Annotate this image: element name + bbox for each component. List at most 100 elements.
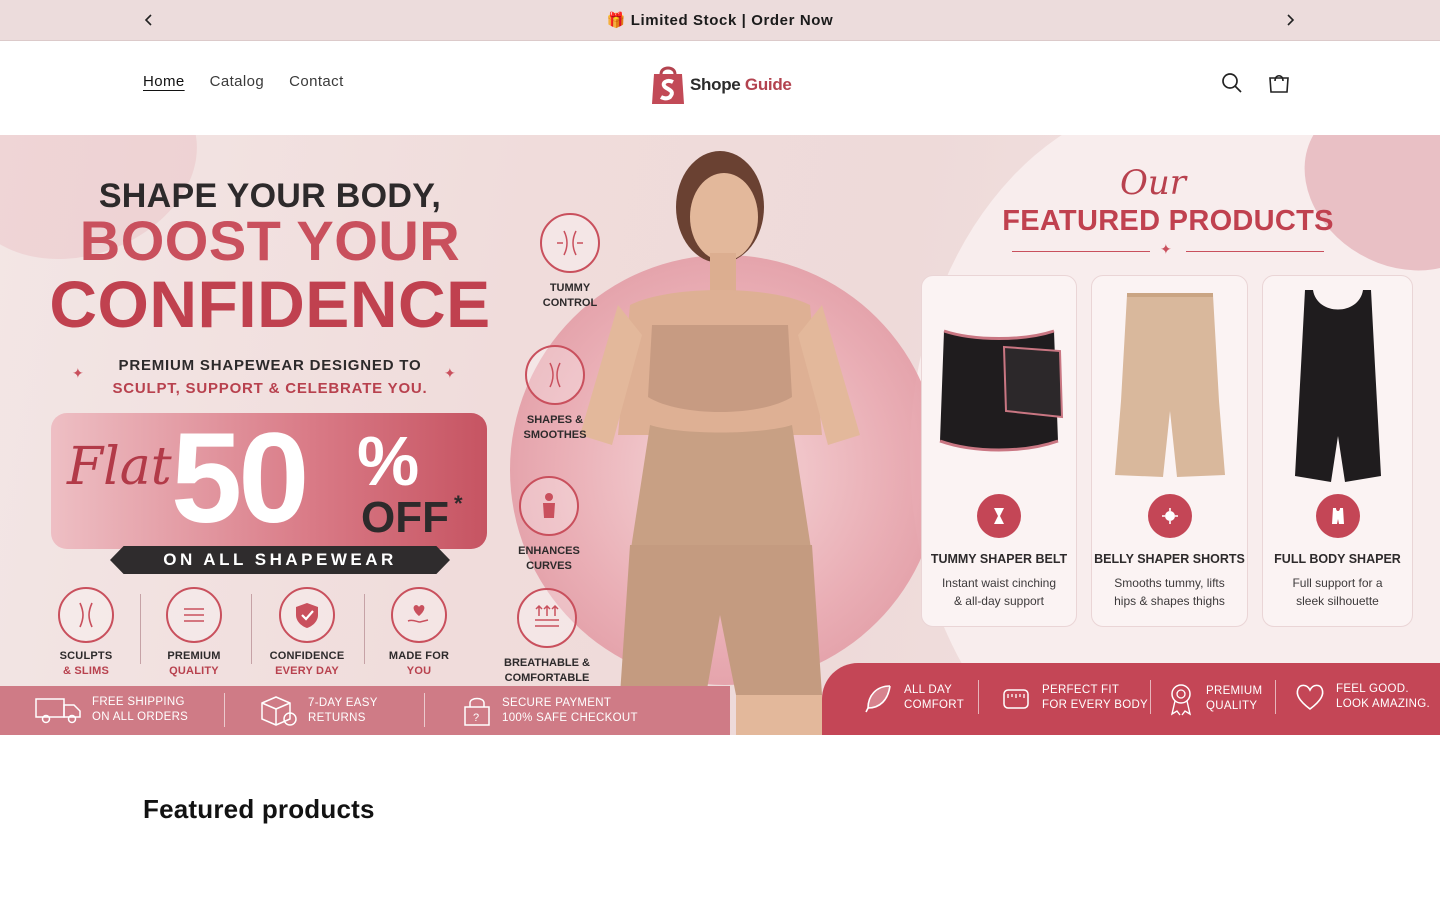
feature-label: YOU [406,665,432,677]
waist-icon [58,587,114,643]
offer-flat-text: Flat [67,437,172,497]
benefit-perfect-fit: PERFECT FIT FOR EVERY BODY [1000,682,1148,714]
box-return-icon [261,696,297,726]
breathable-fabric-icon [517,588,577,648]
feature-label: & SLIMS [62,665,109,677]
award-ribbon-icon [1170,684,1192,716]
product-description: Instant waist cinching & all-day support [941,576,1057,608]
measuring-tape-icon [1003,689,1029,709]
benefit-label: ALL DAY [904,684,953,696]
feature-label: EVERY DAY [275,665,339,677]
divider [364,594,365,664]
hero-headline-3: CONFIDENCE [49,267,491,341]
benefit-label: LOOK AMAZING. [1336,698,1431,710]
divider [1186,251,1324,252]
site-header: Home Catalog Contact Shope Guide [0,41,1440,135]
nav-link-contact[interactable]: Contact [289,73,344,90]
featured-script-text: Our [1120,163,1187,203]
feature-label: MADE FOR [388,650,450,662]
announcement-bar: 🎁 Limited Stock | Order Now [0,0,1440,41]
offer-value: 50 [171,407,309,550]
benefit-label: COMFORT [904,699,965,711]
product-card-tummy-belt[interactable]: TUMMY SHAPER BELT Instant waist cinching… [921,275,1077,627]
next-announcement-button[interactable] [1280,10,1300,30]
hero-subheadline: PREMIUM SHAPEWEAR DESIGNED TO SCULPT, SU… [70,354,470,400]
benefit-label: ON ALL ORDERS [92,711,189,723]
heart-hand-icon [391,587,447,643]
hero-headline-2: BOOST YOUR [79,209,461,272]
tummy-control-icon [540,213,600,273]
feature-label: QUALITY [169,665,219,677]
featured-products-heading: Featured products [143,794,375,824]
truck-icon [35,698,81,724]
divider [1150,680,1151,714]
feather-icon [865,685,891,713]
previous-announcement-button[interactable] [139,10,159,30]
feature-confidence: CONFIDENCE EVERY DAY [262,587,352,679]
benefit-label: PERFECT FIT [1042,684,1120,696]
divider [1275,680,1276,714]
feature-label: BREATHABLE & [504,657,590,669]
feature-tummy-control: TUMMY CONTROL [520,213,620,311]
fabric-layers-icon [166,587,222,643]
feature-label: SHAPES & [526,414,584,426]
benefit-label: PREMIUM [1206,685,1263,697]
search-icon [1222,73,1242,93]
announcement-text: 🎁 Limited Stock | Order Now [606,12,834,29]
hero-banner[interactable]: SHAPE YOUR BODY, BOOST YOUR CONFIDENCE ✦… [0,135,1440,735]
feature-shapes-smoothes: SHAPES & SMOOTHES [505,345,605,443]
benefit-label: FOR EVERY BODY [1042,699,1149,711]
feature-label: PREMIUM [167,650,221,662]
benefit-label: RETURNS [308,712,366,724]
divider [251,594,252,664]
product-description: Smooths tummy, lifts hips & shapes thighs [1114,576,1225,608]
benefit-label: QUALITY [1206,700,1258,712]
main-nav: Home Catalog Contact [143,73,344,90]
chevron-right-icon [1287,14,1295,26]
divider [1012,251,1150,252]
product-name: FULL BODY SHAPER [1274,552,1401,566]
feature-label: CONFIDENCE [269,650,345,662]
benefit-feel-good: FEEL GOOD. LOOK AMAZING. [1294,682,1430,712]
svg-text:?: ? [473,712,479,724]
benefit-label: FEEL GOOD. [1336,683,1409,695]
feature-label: TUMMY [549,282,591,294]
feature-label: SCULPTS [59,650,113,662]
divider [424,693,425,727]
hero-subheadline-line-2: SCULPT, SUPPORT & CELEBRATE YOU. [112,380,428,397]
offer-off-text: OFF [361,493,449,542]
feature-enhances-curves: ENHANCES CURVES [499,476,599,574]
site-logo[interactable]: Shope Guide [650,60,795,110]
bodysuit-icon [519,476,579,536]
benefit-secure-payment: ? SECURE PAYMENT 100% SAFE CHECKOUT [462,695,638,727]
feature-premium: PREMIUM QUALITY [149,587,239,679]
product-card-belly-shorts[interactable]: BELLY SHAPER SHORTS Smooths tummy, lifts… [1091,275,1248,627]
divider [224,693,225,727]
nav-link-catalog[interactable]: Catalog [210,73,265,90]
product-name: BELLY SHAPER SHORTS [1094,552,1245,566]
belly-badge-icon [1147,494,1192,538]
benefit-all-day-comfort: ALL DAY COMFORT [862,682,964,714]
product-image [1102,286,1237,486]
cart-button[interactable] [1266,70,1292,96]
divider [978,680,979,714]
search-button[interactable] [1219,70,1245,96]
heart-icon [1296,684,1324,711]
logo-word-2: Guide [744,75,792,94]
shaping-icon [525,345,585,405]
benefit-premium-quality: PREMIUM QUALITY [1166,682,1262,716]
discount-offer: Flat 50 % OFF * [51,413,487,549]
offer-ribbon: ON ALL SHAPEWEAR [110,546,450,574]
feature-label: CURVES [526,560,572,572]
nav-link-home[interactable]: Home [143,73,185,90]
cart-icon [1269,74,1289,93]
offer-asterisk: * [454,491,463,516]
feature-made-for-you: MADE FOR YOU [374,587,464,679]
divider [140,594,141,664]
product-image [932,286,1066,486]
product-card-full-body[interactable]: FULL BODY SHAPER Full support for a sleek… [1262,275,1413,627]
feature-label: ENHANCES [518,545,580,557]
hero-subheadline-line-1: PREMIUM SHAPEWEAR DESIGNED TO [118,357,422,374]
feature-breathable: BREATHABLE & COMFORTABLE [497,588,597,686]
lock-icon: ? [464,697,490,726]
